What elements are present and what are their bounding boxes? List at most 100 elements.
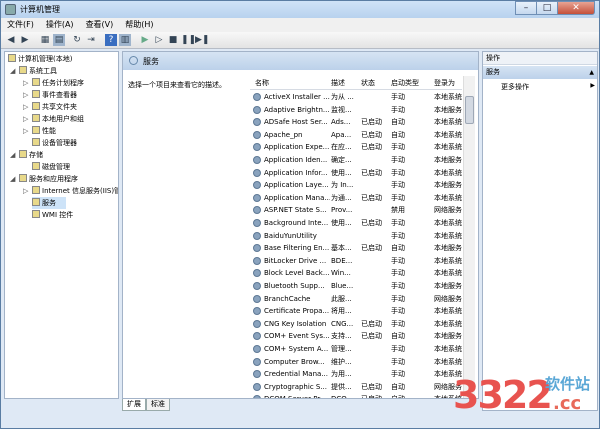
play-icon[interactable]: ▷ [153,34,165,46]
table-row[interactable]: Certificate Propa... 将用... 手动 本地系统 [250,305,462,318]
table-row[interactable]: Application Infor... 使用... 已启动 手动 本地系统 [250,167,462,180]
tab-standard[interactable]: 标准 [146,399,170,411]
forward-icon[interactable]: ▶ [19,34,31,46]
table-row[interactable]: Computer Brow... 维护... 手动 本地系统 [250,356,462,369]
tab-extended[interactable]: 扩展 [122,399,146,411]
collapse-icon[interactable]: ◢ [10,65,15,77]
expand-icon[interactable]: ▷ [23,77,28,89]
tree-device-manager[interactable]: 设备管理器 [32,137,77,149]
service-logon: 本地系统 [434,219,462,227]
service-startup: 手动 [391,357,405,366]
vertical-scrollbar[interactable] [463,76,475,398]
table-row[interactable]: Adaptive Brightn... 监视... 手动 本地服务 [250,104,462,117]
table-row[interactable]: Block Level Back... Win... 手动 本地系统 [250,267,462,280]
service-desc: 为通... [331,193,352,202]
table-row[interactable]: Application Laye... 为 In... 手动 本地服务 [250,179,462,192]
tree-performance[interactable]: ▷ 性能 [23,125,56,137]
table-row[interactable]: ADSafe Host Ser... Ads... 已启动 自动 本地系统 [250,116,462,129]
stop-icon[interactable]: ■ [167,34,179,46]
table-row[interactable]: Apache_pn Apa... 已启动 自动 本地系统 [250,129,462,142]
tree-root[interactable]: 计算机管理(本地) [8,53,72,65]
service-desc: 支持... [331,332,352,341]
col-name[interactable]: 名称 [255,78,269,88]
folder-icon[interactable]: ▦ [39,34,51,46]
service-logon: 本地系统 [434,130,462,139]
table-row[interactable]: ActiveX Installer ... 为从 ... 手动 本地系统 [250,91,462,104]
collapse-icon[interactable]: ◢ [10,173,15,185]
tree-local-users[interactable]: ▷ 本地用户和组 [23,113,84,125]
table-row[interactable]: Base Filtering En... 基本... 已启动 自动 本地服务 [250,242,462,255]
refresh-icon[interactable]: ↻ [71,34,83,46]
tree-label: 任务计划程序 [42,79,84,87]
expand-icon[interactable]: ▷ [23,125,28,137]
table-row[interactable]: COM+ Event Sys... 支持... 已启动 自动 本地服务 [250,330,462,343]
table-row[interactable]: DCOM Server Pr...DCO...已启动自动本地系统 [250,393,462,398]
expand-icon[interactable]: ▷ [23,113,28,125]
table-row[interactable]: Credential Mana... 为用... 手动 本地系统 [250,368,462,381]
service-startup: 自动 [391,393,431,398]
app-icon [5,4,16,15]
menu-view[interactable]: 查看(V) [80,18,120,32]
service-logon: 本地系统 [434,256,462,265]
pause-icon[interactable]: ❚❚ [181,34,196,46]
tree-shared-folders[interactable]: ▷ 共享文件夹 [23,101,77,113]
tree-services[interactable]: 服务 [32,197,66,209]
tree-wmi[interactable]: WMI 控件 [32,209,73,221]
collapse-icon[interactable]: ◢ [10,149,15,161]
menu-file[interactable]: 文件(F) [1,18,40,32]
tree-system-tools[interactable]: ◢ 系统工具 [10,65,57,77]
service-name: ADSafe Host Ser... [264,118,328,127]
more-actions[interactable]: 更多操作 ▶ [501,82,595,92]
tree-storage[interactable]: ◢ 存储 [10,149,43,161]
service-desc: 为 In... [331,181,354,190]
table-row[interactable]: ASP.NET State S... Prov... 禁用 网络服务 [250,204,462,217]
table-row[interactable]: Bluetooth Supp... Blue... 手动 本地服务 [250,280,462,293]
tree-label: WMI 控件 [42,211,74,219]
expand-icon[interactable]: ▷ [23,185,28,197]
service-desc: 使用... [331,168,352,177]
menu-help[interactable]: 帮助(H) [119,18,159,32]
service-desc: 提供... [331,382,352,391]
tree-disk-management[interactable]: 磁盘管理 [32,161,70,173]
table-row[interactable]: BitLocker Drive ... BDE... 手动 本地系统 [250,255,462,268]
help-icon[interactable]: ? [105,34,117,46]
console-tree-icon[interactable]: ▤ [53,34,65,46]
maximize-button[interactable]: □ [536,1,558,15]
service-startup: 手动 [391,93,405,101]
export-icon[interactable]: ⇥ [85,34,97,46]
expand-icon[interactable]: ▷ [23,101,28,113]
actions-section-services[interactable]: 服务 ▲ [483,66,597,79]
back-icon[interactable]: ◀ [5,34,17,46]
tree-services-apps[interactable]: ◢ 服务和应用程序 [10,173,78,185]
table-row[interactable]: Cryptographic S... 提供... 已启动 自动 网络服务 [250,381,462,394]
expand-icon[interactable]: ▷ [23,89,28,101]
scroll-thumb[interactable] [465,96,474,124]
menu-bar: 文件(F) 操作(A) 查看(V) 帮助(H) [1,18,599,32]
start-icon[interactable]: ▶ [139,34,151,46]
show-hide-pane-icon[interactable]: ▥ [119,34,131,46]
col-startup-type[interactable]: 启动类型 [391,78,419,88]
collapse-arrow-icon[interactable]: ▲ [589,66,594,79]
table-row[interactable]: Background Inte... 使用... 已启动 手动 本地系统 [250,217,462,230]
restart-icon[interactable]: ▶❚ [195,34,209,46]
table-row[interactable]: Application Mana... 为通... 已启动 手动 本地系统 [250,192,462,205]
col-logon-as[interactable]: 登录为 [434,78,455,88]
table-row[interactable]: COM+ System A... 管理... 手动 本地系统 [250,343,462,356]
table-row[interactable]: BranchCache 此服... 手动 网络服务 [250,293,462,306]
iis-icon [32,186,40,194]
table-row[interactable]: BaiduYunUtility 手动 本地系统 [250,230,462,243]
tree-iis[interactable]: ▷ Internet 信息服务(IIS)管 [23,185,118,197]
close-button[interactable]: ✕ [557,1,595,15]
submenu-arrow-icon: ▶ [590,82,595,89]
table-row[interactable]: Application Expe... 在应... 已启动 手动 本地系统 [250,141,462,154]
tree-task-scheduler[interactable]: ▷ 任务计划程序 [23,77,84,89]
col-description[interactable]: 描述 [331,78,345,88]
tree-label: 系统工具 [29,67,57,75]
minimize-button[interactable]: – [515,1,537,15]
menu-action[interactable]: 操作(A) [40,18,80,32]
table-row[interactable]: CNG Key Isolation CNG... 已启动 手动 本地系统 [250,318,462,331]
table-row[interactable]: Application Iden... 确定... 手动 本地服务 [250,154,462,167]
tree-event-viewer[interactable]: ▷ 事件查看器 [23,89,77,101]
service-gear-icon [253,357,261,366]
col-status[interactable]: 状态 [361,78,375,88]
